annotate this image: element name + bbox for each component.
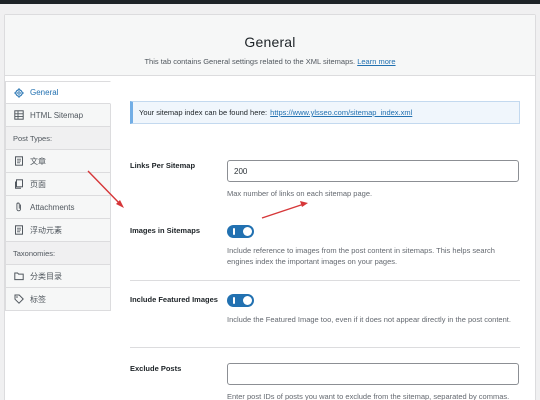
divider (130, 347, 520, 348)
sidebar-heading-taxonomies: Taxonomies: (5, 242, 111, 265)
include-featured-images-description: Include the Featured Image too, even if … (227, 315, 511, 324)
toggle-on-mark (233, 297, 235, 304)
gear-icon (14, 87, 24, 98)
sidebar-item-categories[interactable]: 分类目录 (5, 265, 111, 288)
settings-panel: General This tab contains General settin… (4, 14, 536, 400)
sitemap-index-notice: Your sitemap index can be found here: ht… (130, 101, 520, 124)
grid-icon (14, 110, 24, 120)
sidebar-item-label: General (30, 88, 59, 97)
sidebar-item-html-sitemap[interactable]: HTML Sitemap (5, 104, 111, 127)
sidebar-item-attachments[interactable]: Attachments (5, 196, 111, 219)
document-icon (14, 156, 24, 166)
links-per-sitemap-label: Links Per Sitemap (130, 161, 196, 170)
sidebar-item-label: 浮动元素 (30, 225, 62, 235)
images-in-sitemaps-toggle[interactable] (227, 225, 254, 238)
exclude-posts-label: Exclude Posts (130, 364, 182, 373)
exclude-posts-input[interactable] (227, 363, 519, 385)
links-per-sitemap-input[interactable]: 200 (227, 160, 519, 182)
sitemap-index-link[interactable]: https://www.ylsseo.com/sitemap_index.xml (270, 108, 412, 117)
page-icon (14, 179, 24, 189)
divider (130, 280, 520, 281)
sidebar-item-floating-elements[interactable]: 浮动元素 (5, 219, 111, 242)
top-bar (0, 0, 540, 4)
notice-text: Your sitemap index can be found here: (139, 108, 268, 117)
sidebar: General HTML Sitemap Post Types: 文章 页面 A (5, 81, 111, 311)
sidebar-item-pages[interactable]: 页面 (5, 173, 111, 196)
sidebar-item-label: 页面 (30, 179, 46, 189)
page-description-text: This tab contains General settings relat… (144, 57, 356, 66)
sidebar-item-label: HTML Sitemap (30, 110, 84, 120)
page-description: This tab contains General settings relat… (5, 57, 535, 66)
panel-header: General This tab contains General settin… (5, 15, 535, 76)
toggle-knob (243, 227, 252, 236)
sidebar-item-label: Attachments (30, 202, 75, 212)
sidebar-item-label: 分类目录 (30, 271, 62, 281)
sidebar-item-label: 文章 (30, 156, 46, 166)
sidebar-item-general[interactable]: General (5, 81, 111, 104)
links-per-sitemap-description: Max number of links on each sitemap page… (227, 189, 373, 198)
include-featured-images-label: Include Featured Images (130, 295, 218, 304)
document-icon (14, 225, 24, 235)
page-title: General (244, 34, 296, 50)
toggle-knob (243, 296, 252, 305)
paperclip-icon (14, 202, 24, 212)
sidebar-item-label: 标签 (30, 294, 46, 304)
images-in-sitemaps-description: Include reference to images from the pos… (227, 246, 495, 266)
sidebar-heading-post-types: Post Types: (5, 127, 111, 150)
learn-more-link[interactable]: Learn more (357, 57, 395, 66)
toggle-on-mark (233, 228, 235, 235)
exclude-posts-description: Enter post IDs of posts you want to excl… (227, 392, 510, 400)
sidebar-item-posts[interactable]: 文章 (5, 150, 111, 173)
tag-icon (14, 294, 24, 304)
sidebar-item-tags[interactable]: 标签 (5, 288, 111, 311)
folder-icon (14, 271, 24, 281)
include-featured-images-toggle[interactable] (227, 294, 254, 307)
images-in-sitemaps-label: Images in Sitemaps (130, 226, 201, 235)
